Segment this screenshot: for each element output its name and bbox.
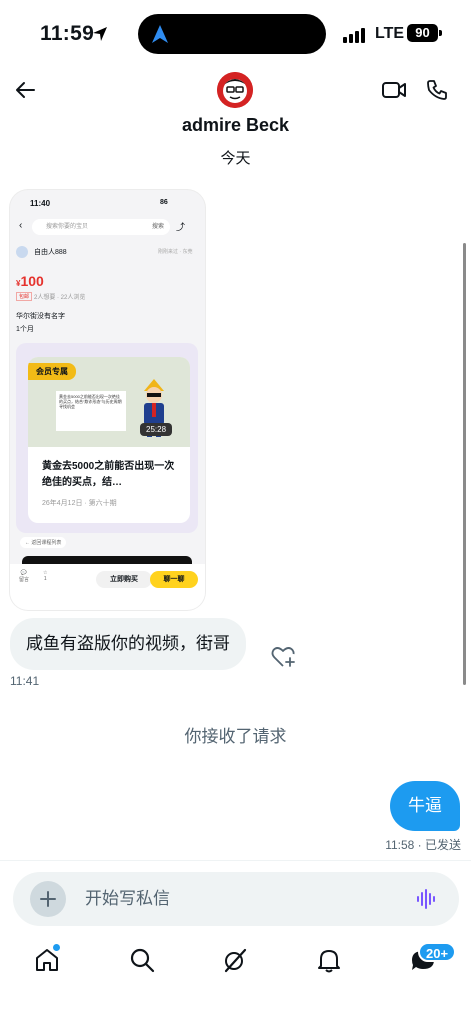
incoming-time: 11:41 xyxy=(10,674,40,688)
heart-plus-icon[interactable] xyxy=(271,645,297,669)
screenshot-status-time: 11:40 xyxy=(30,199,51,208)
screenshot-search-bar: 搜索你要的宝贝 搜索 xyxy=(32,219,170,235)
screenshot-desc-line2: 1个月 xyxy=(16,326,34,333)
screenshot-price: ¥100 xyxy=(16,273,44,289)
message-composer xyxy=(13,872,459,926)
screenshot-course-meta: 26年4月12日 · 第六十期 xyxy=(42,500,117,507)
screenshot-member-badge: 会员专属 xyxy=(28,363,76,380)
screenshot-seller: 自由人888 xyxy=(16,246,67,258)
add-media-button[interactable] xyxy=(30,881,66,917)
date-separator: 今天 xyxy=(220,150,251,167)
grok-icon[interactable] xyxy=(221,946,249,974)
avatar[interactable] xyxy=(217,72,253,108)
search-icon[interactable] xyxy=(128,946,156,974)
contact-name[interactable]: admire Beck xyxy=(0,115,471,136)
back-arrow-icon[interactable] xyxy=(14,78,38,102)
bell-icon[interactable] xyxy=(315,946,343,974)
screenshot-chat-button: 聊一聊 xyxy=(150,571,198,588)
screenshot-battery: 86 xyxy=(160,199,168,206)
screenshot-share-icon: ⤴ xyxy=(176,222,186,232)
voice-wave-icon[interactable] xyxy=(415,887,439,911)
screenshot-video-strip xyxy=(22,556,192,564)
screenshot-return-link: ← 返回课程列表 xyxy=(20,537,67,548)
screenshot-duration: 25:28 xyxy=(140,423,173,436)
screenshot-bottom-bar: 💬 留言 ☆ 1 立即购买 聊一聊 xyxy=(10,564,205,610)
screenshot-poster-text: 黄金去5000之前能否出现一次绝佳的买点，结合“欺诈形态”与历史周期寻找机会 xyxy=(56,391,126,431)
network-type: LTE xyxy=(375,25,405,42)
screenshot-course-title: 黄金去5000之前能否出现一次绝佳的买点，结… xyxy=(42,461,175,488)
screenshot-star-icon: ☆ 1 xyxy=(43,570,48,582)
divider xyxy=(0,860,471,861)
navigation-icon xyxy=(152,25,168,43)
video-call-icon[interactable] xyxy=(381,79,407,101)
system-message: 你接收了请求 xyxy=(184,727,287,746)
messages-badge: 20+ xyxy=(418,942,457,962)
outgoing-message[interactable]: 牛逼 xyxy=(390,781,460,831)
scrollbar[interactable] xyxy=(463,243,466,685)
screenshot-desc-line1: 华尔街没有名字 xyxy=(16,313,65,320)
status-bar: 11:59 LTE 90 xyxy=(0,0,471,70)
screenshot-search-placeholder: 搜索你要的宝贝 xyxy=(46,224,89,230)
plus-icon xyxy=(40,891,56,907)
status-time: 11:59 xyxy=(40,22,95,45)
phone-icon[interactable] xyxy=(425,78,449,102)
dynamic-island xyxy=(138,14,326,54)
screenshot-search-button: 搜索 xyxy=(151,224,164,230)
signal-icon xyxy=(343,27,367,43)
screenshot-course-thumbnail: 黄金去5000之前能否出现一次绝佳的买点，结合“欺诈形态”与历史周期寻找机会 会… xyxy=(28,357,190,447)
screenshot-seller-name: 自由人888 xyxy=(34,248,67,256)
screenshot-tag: 包邮 xyxy=(16,292,33,301)
avatar-face-icon xyxy=(217,72,253,108)
battery-level: 90 xyxy=(407,24,438,42)
shared-screenshot[interactable]: 11:40 86 ‹ 搜索你要的宝贝 搜索 ⤴ 自由人888 刚刚来过 · 东莞… xyxy=(10,190,205,610)
screenshot-course-card: 黄金去5000之前能否出现一次绝佳的买点，结合“欺诈形态”与历史周期寻找机会 会… xyxy=(16,343,198,533)
message-input[interactable] xyxy=(85,872,385,926)
outgoing-status: 11:58 · 已发送 xyxy=(385,838,461,852)
screenshot-back-icon: ‹ xyxy=(19,220,23,231)
screenshot-comment-icon: 💬 留言 xyxy=(19,570,30,583)
home-notification-dot xyxy=(53,944,60,951)
incoming-message[interactable]: 咸鱼有盗版你的视频，街哥 xyxy=(10,618,246,670)
screenshot-stats: 2人想要 · 22人浏览 xyxy=(34,295,86,301)
screenshot-seller-info: 刚刚来过 · 东莞 xyxy=(158,249,193,255)
battery-tip xyxy=(439,30,442,36)
location-arrow-icon xyxy=(93,27,107,41)
screenshot-buy-button: 立即购买 xyxy=(96,571,152,588)
